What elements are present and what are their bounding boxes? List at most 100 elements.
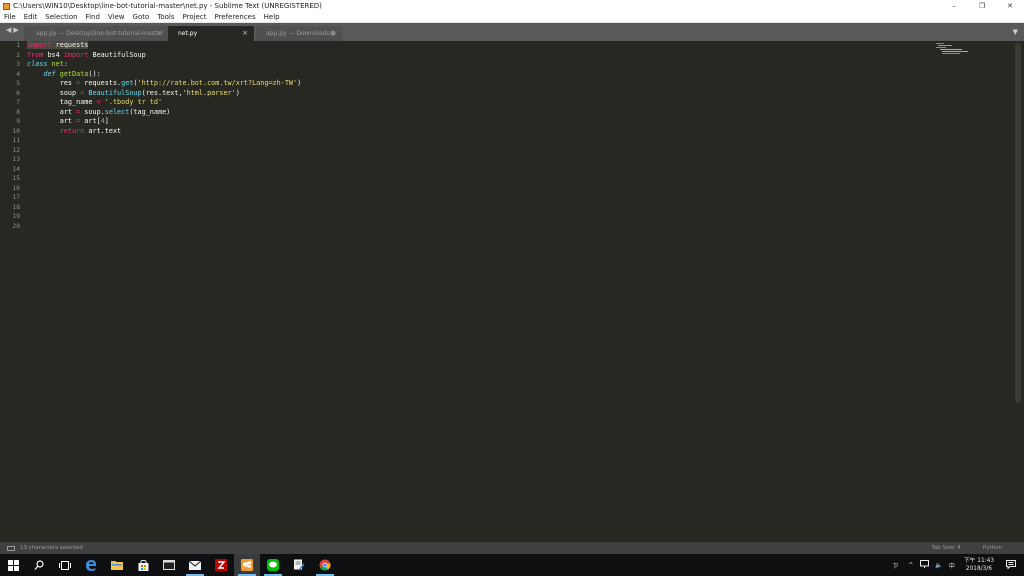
code-line: soup = BeautifulSoup(res.text,'html.pars… bbox=[27, 89, 301, 99]
minimap-preview-icon bbox=[936, 43, 968, 54]
code-line: art = soup.select(tag_name) bbox=[27, 108, 301, 118]
line-number: 11 bbox=[12, 137, 20, 144]
line-number: 10 bbox=[12, 127, 20, 135]
minimap[interactable] bbox=[936, 41, 976, 55]
taskbar-file-explorer[interactable] bbox=[104, 554, 130, 576]
tab-net-py[interactable]: net.py × bbox=[168, 26, 254, 41]
window-controls: – ❐ ✕ bbox=[940, 0, 1024, 12]
menu-goto[interactable]: Goto bbox=[129, 13, 154, 21]
line-number: 20 bbox=[12, 222, 20, 230]
action-center-button[interactable] bbox=[1000, 559, 1024, 571]
code-line: return art.text bbox=[27, 127, 301, 137]
tab-app-py-downloads[interactable]: app.py — Downloads ● bbox=[256, 26, 342, 41]
menu-selection[interactable]: Selection bbox=[41, 13, 81, 21]
code-token: (res.text, bbox=[141, 88, 183, 97]
menu-tools[interactable]: Tools bbox=[153, 13, 178, 21]
line-number: 2 bbox=[16, 51, 20, 59]
tab-nav-arrows-icon[interactable]: ◀▶ bbox=[6, 26, 21, 34]
search-button[interactable] bbox=[26, 554, 52, 576]
menu-project[interactable]: Project bbox=[179, 13, 211, 21]
code-line: res = requests.get('http://rate.bot.com.… bbox=[27, 79, 301, 89]
taskbar-edge[interactable] bbox=[78, 554, 104, 576]
code-token: res bbox=[59, 79, 77, 87]
maximize-button[interactable]: ❐ bbox=[968, 0, 996, 12]
code-text[interactable]: import requests from bs4 import Beautifu… bbox=[27, 41, 301, 136]
line-number: 17 bbox=[12, 194, 20, 201]
string: 'html.parser' bbox=[182, 88, 236, 97]
windows-logo-icon bbox=[7, 559, 19, 571]
menu-file[interactable]: File bbox=[0, 13, 20, 21]
line-number: 9 bbox=[16, 118, 20, 125]
taskbar-chrome[interactable] bbox=[312, 554, 338, 576]
line-number: 8 bbox=[16, 108, 20, 116]
start-button[interactable] bbox=[0, 554, 26, 576]
code-editor[interactable]: 1 2 3 4 5 6 7 8 9 10 11 12 13 14 15 16 1… bbox=[0, 41, 1024, 542]
keyword: from bbox=[27, 50, 44, 59]
task-view-button[interactable] bbox=[52, 554, 78, 576]
tab-app-py-desktop[interactable]: app.py — Desktop\line-bot-tutorial-maste… bbox=[24, 26, 168, 41]
minimize-button[interactable]: – bbox=[940, 0, 968, 12]
notification-icon bbox=[1006, 559, 1016, 570]
tab-modified-dot-icon[interactable]: ● bbox=[330, 29, 336, 37]
system-tray: ㄗ ^ 🔈 中 下午 11:43 2018/3/6 bbox=[886, 554, 1024, 576]
menu-view[interactable]: View bbox=[104, 13, 129, 21]
menu-edit[interactable]: Edit bbox=[20, 13, 42, 21]
taskbar-sublime-text[interactable] bbox=[234, 554, 260, 576]
tab-size-indicator[interactable]: Tab Size: 4 bbox=[931, 545, 982, 551]
folder-icon bbox=[111, 561, 123, 570]
code-token: art.text bbox=[84, 126, 122, 135]
code-token: ) bbox=[297, 79, 302, 87]
class-name: net bbox=[47, 60, 64, 68]
code-token: art bbox=[59, 107, 77, 116]
sublime-text-icon bbox=[241, 559, 253, 571]
taskbar-store[interactable] bbox=[130, 554, 156, 576]
string: 'http://rate.bot.com.tw/xrt?Lang=zh-TW' bbox=[137, 79, 298, 87]
chrome-icon bbox=[319, 559, 331, 571]
taskbar-notepad[interactable] bbox=[286, 554, 312, 576]
keyword: class bbox=[27, 60, 48, 68]
line-number-gutter: 1 2 3 4 5 6 7 8 9 10 11 12 13 14 15 16 1… bbox=[0, 41, 20, 231]
code-token: art[ bbox=[80, 117, 101, 125]
volume-icon[interactable]: 🔈 bbox=[932, 562, 945, 569]
code-line: from bs4 import BeautifulSoup bbox=[27, 51, 301, 61]
tab-bar: ◀▶ app.py — Desktop\line-bot-tutorial-ma… bbox=[0, 23, 1024, 41]
code-line: class net: bbox=[27, 60, 301, 70]
search-icon bbox=[34, 560, 44, 570]
taskbar-line[interactable] bbox=[260, 554, 286, 576]
tab-label: app.py — Desktop\line-bot-tutorial-maste… bbox=[36, 30, 164, 37]
code-line: def getData(): bbox=[27, 70, 301, 80]
menu-help[interactable]: Help bbox=[260, 13, 284, 21]
network-icon[interactable] bbox=[917, 560, 932, 570]
code-token: : bbox=[63, 60, 68, 68]
network-monitor-icon bbox=[920, 560, 930, 568]
tab-close-icon[interactable]: × bbox=[242, 29, 248, 37]
taskbar-filezilla[interactable] bbox=[208, 554, 234, 576]
code-line: import requests bbox=[27, 41, 301, 51]
keyword: import bbox=[27, 41, 52, 49]
clock-date: 2018/3/6 bbox=[965, 566, 992, 572]
tab-list-dropdown-icon[interactable]: ▼ bbox=[1013, 28, 1018, 36]
chevron-up-icon[interactable]: ^ bbox=[904, 562, 917, 569]
clock[interactable]: 下午 11:43 2018/3/6 bbox=[958, 557, 1000, 573]
taskbar-terminal[interactable] bbox=[156, 554, 182, 576]
sublime-text-icon bbox=[3, 2, 10, 10]
notepad-icon bbox=[294, 559, 305, 571]
syntax-indicator[interactable]: Python bbox=[983, 545, 1024, 551]
line-number: 6 bbox=[16, 89, 20, 97]
line-number: 18 bbox=[12, 203, 20, 211]
close-button[interactable]: ✕ bbox=[996, 0, 1024, 12]
tab-close-icon[interactable]: × bbox=[156, 29, 162, 37]
taskbar-mail[interactable] bbox=[182, 554, 208, 576]
vertical-scrollbar[interactable] bbox=[1015, 43, 1021, 403]
line-number: 7 bbox=[16, 99, 20, 106]
code-token: ) bbox=[235, 88, 240, 97]
ime-indicator[interactable]: ㄗ bbox=[886, 561, 904, 570]
panel-toggle-icon[interactable] bbox=[7, 545, 15, 551]
keyword: def bbox=[43, 69, 56, 78]
menu-preferences[interactable]: Preferences bbox=[210, 13, 259, 21]
language-indicator[interactable]: 中 bbox=[946, 561, 958, 570]
menu-find[interactable]: Find bbox=[82, 13, 104, 21]
